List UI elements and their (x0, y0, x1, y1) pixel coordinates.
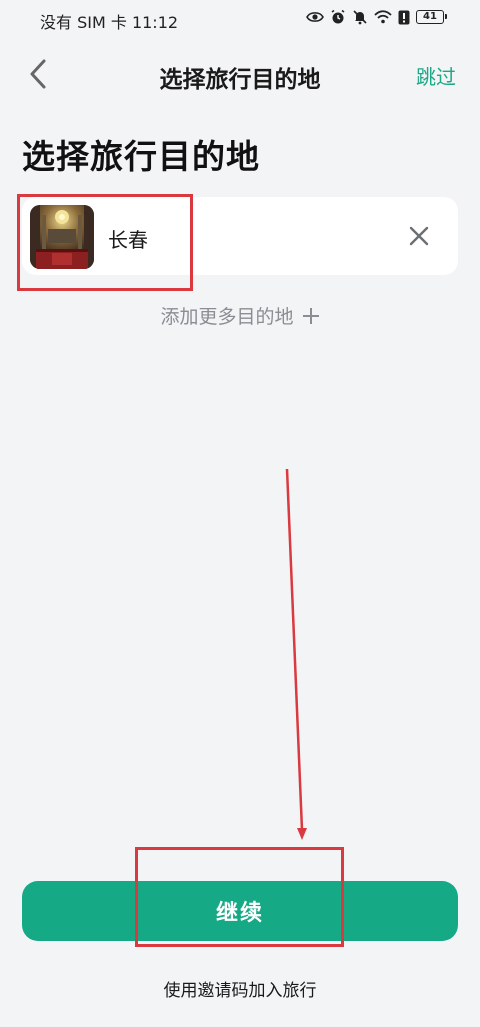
alert-icon (398, 10, 410, 25)
nav-bar: 选择旅行目的地 跳过 (0, 48, 480, 102)
add-more-destinations[interactable]: 添加更多目的地 (0, 302, 480, 329)
status-bar: 没有 SIM 卡 11:12 41 (0, 0, 480, 38)
continue-button[interactable]: 继续 (22, 881, 458, 941)
wifi-icon (374, 10, 392, 24)
status-icons: 41 (306, 9, 447, 25)
destination-thumbnail (30, 205, 94, 269)
battery-icon: 41 (416, 10, 447, 24)
skip-button[interactable]: 跳过 (416, 61, 456, 90)
eye-icon (306, 10, 324, 24)
close-icon (409, 226, 429, 246)
plus-icon (302, 307, 319, 324)
mute-icon (352, 9, 368, 25)
destination-card: 长春 (22, 197, 458, 275)
remove-destination-button[interactable] (406, 223, 432, 249)
status-carrier-time: 没有 SIM 卡 11:12 (40, 13, 179, 32)
nav-title: 选择旅行目的地 (159, 67, 321, 93)
page-title: 选择旅行目的地 (22, 137, 260, 176)
alarm-icon (330, 9, 346, 25)
destination-name: 长春 (108, 228, 148, 252)
invite-code-link[interactable]: 使用邀请码加入旅行 (0, 976, 480, 1001)
add-more-label: 添加更多目的地 (160, 306, 294, 328)
